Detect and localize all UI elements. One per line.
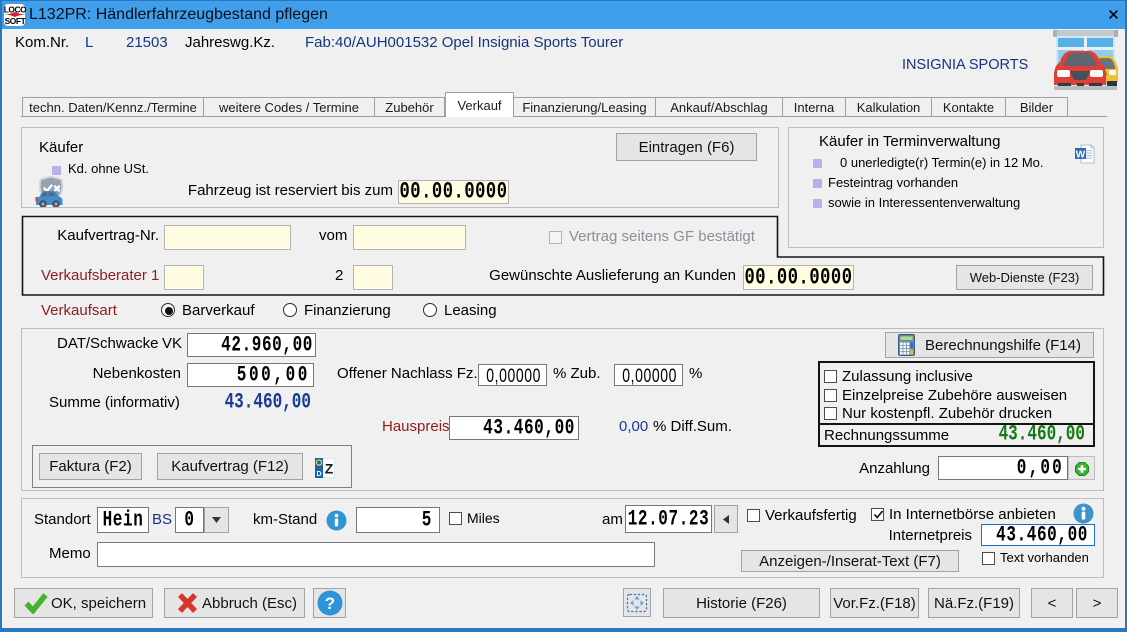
svg-text:SOFT: SOFT (5, 16, 26, 26)
svg-text:Z: Z (325, 461, 334, 477)
svg-text:W: W (1076, 149, 1086, 160)
svg-text:D: D (316, 471, 321, 478)
svg-text:?: ? (324, 594, 334, 613)
